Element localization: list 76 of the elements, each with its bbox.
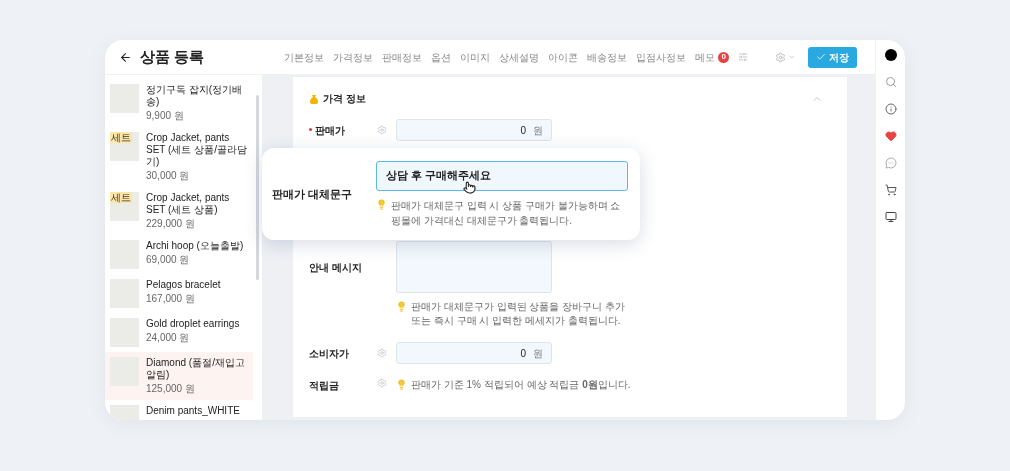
product-price: 30,000 원 — [146, 170, 191, 182]
lightbulb-icon — [396, 379, 407, 390]
nav-tab[interactable]: 옵션 — [431, 49, 452, 65]
product-price: 69,000 원 — [146, 254, 191, 266]
nav-tab[interactable]: 배송정보 — [587, 49, 628, 65]
money-bag-icon — [309, 93, 319, 104]
price-input[interactable]: 0 원 — [396, 342, 552, 364]
heart-icon[interactable] — [884, 130, 897, 142]
check-icon — [816, 52, 826, 62]
nav-tab[interactable]: 메모 — [695, 49, 716, 65]
hint-text: 판매가 기준 1% 적립되어 예상 적립금 0원입니다. — [411, 378, 631, 392]
replacement-text-input[interactable]: 상담 후 구매해주세요 — [376, 160, 628, 191]
back-arrow-icon[interactable] — [119, 50, 132, 64]
product-price: 9,900 원 — [146, 110, 185, 122]
input-value: 0 — [520, 123, 526, 138]
hand-cursor-icon — [463, 180, 476, 194]
nav-tab[interactable]: 입점사정보 — [636, 49, 687, 65]
product-item[interactable]: 세트 Crop Jacket, pants SET (세트 상품) 229,000 원 — [105, 187, 253, 235]
product-name: Diamond (품절/재입고알림) — [146, 357, 246, 381]
nav-tab[interactable]: 기본정보 — [284, 49, 325, 65]
dropdown-caret-icon[interactable] — [788, 53, 796, 61]
avatar-icon[interactable] — [884, 49, 897, 61]
product-item[interactable]: Archi hoop (오늘출발) 69,000 원 — [105, 235, 253, 274]
product-name: Crop Jacket, pants SET (세트 상품/골라담기) — [146, 132, 248, 168]
nav-tab[interactable]: 상세설명 — [499, 49, 540, 65]
field-label: 적립금 — [309, 379, 339, 393]
product-name: Pelagos bracelet — [146, 279, 221, 291]
input-value: 0 — [520, 346, 526, 361]
nav-tab[interactable]: 판매정보 — [382, 49, 423, 65]
info-icon[interactable] — [884, 103, 897, 115]
field-label: 안내 메시지 — [309, 260, 362, 275]
hint-text: 판매가 대체문구 입력 시 상품 구매가 불가능하며 쇼핑몰에 가격대신 대체문구가 출력됩니다. — [391, 198, 622, 228]
product-price: 125,000 원 — [146, 383, 196, 395]
settings-sliders-icon[interactable] — [738, 52, 749, 62]
nav-tab[interactable]: 아이콘 — [548, 49, 579, 65]
search-icon[interactable] — [884, 76, 897, 88]
cart-icon[interactable] — [884, 184, 897, 196]
set-badge: 세트 — [110, 192, 132, 203]
chat-icon[interactable] — [884, 157, 897, 169]
product-name: 정기구독 잡지(정기배송) — [146, 84, 244, 108]
product-item[interactable]: 세트 Crop Jacket, pants SET (세트 상품/골라담기) 30,000 원 — [105, 127, 253, 187]
field-label: 판매가 — [315, 123, 345, 138]
settings-icon[interactable] — [377, 348, 387, 358]
field-label: 소비자가 — [309, 346, 349, 361]
product-item[interactable]: Gold droplet earrings 24,000 원 — [105, 313, 253, 352]
scrollbar[interactable] — [256, 95, 259, 280]
field-label: 판매가 대체문구 — [272, 186, 354, 202]
product-item[interactable]: Diamond (품절/재입고알림) 125,000 원 — [105, 352, 253, 400]
page-title: 상품 등록 — [140, 46, 205, 67]
hint-text: 판매가 대체문구가 입력된 상품을 장바구니 추가 또는 즉시 구매 시 입력한 메세지가 출력됩니다. — [411, 300, 626, 328]
settings-icon[interactable] — [775, 51, 786, 63]
input-value: 상담 후 구매해주세요 — [386, 168, 492, 184]
nav-tab[interactable]: 이미지 — [460, 49, 491, 65]
product-name: Archi hoop (오늘출발) — [146, 240, 244, 252]
lightbulb-icon — [396, 301, 407, 312]
product-item[interactable]: 정기구독 잡지(정기배송) 9,900 원 — [105, 79, 253, 127]
unit-label: 원 — [533, 346, 543, 361]
nav-tab[interactable]: 가격정보 — [333, 49, 374, 65]
product-price: 167,000 원 — [146, 293, 196, 305]
product-price: 229,000 원 — [146, 218, 196, 230]
message-textarea[interactable] — [396, 241, 552, 293]
unit-label: 원 — [533, 123, 543, 138]
product-item[interactable]: Denim pants_WHITE — [105, 400, 253, 420]
monitor-icon[interactable] — [884, 211, 897, 223]
product-name: Denim pants_WHITE — [146, 405, 240, 417]
price-input[interactable]: 0 원 — [396, 119, 552, 141]
product-price: 24,000 원 — [146, 332, 191, 344]
set-badge: 세트 — [110, 132, 132, 143]
product-name: Gold droplet earrings — [146, 318, 240, 330]
product-item[interactable]: Pelagos bracelet 167,000 원 — [105, 274, 253, 313]
section-title: 가격 정보 — [323, 92, 366, 106]
settings-icon[interactable] — [377, 125, 387, 135]
product-name: Crop Jacket, pants SET (세트 상품) — [146, 192, 231, 216]
settings-icon[interactable] — [377, 378, 387, 388]
count-badge: 0 — [718, 51, 730, 63]
lightbulb-icon — [376, 198, 387, 210]
